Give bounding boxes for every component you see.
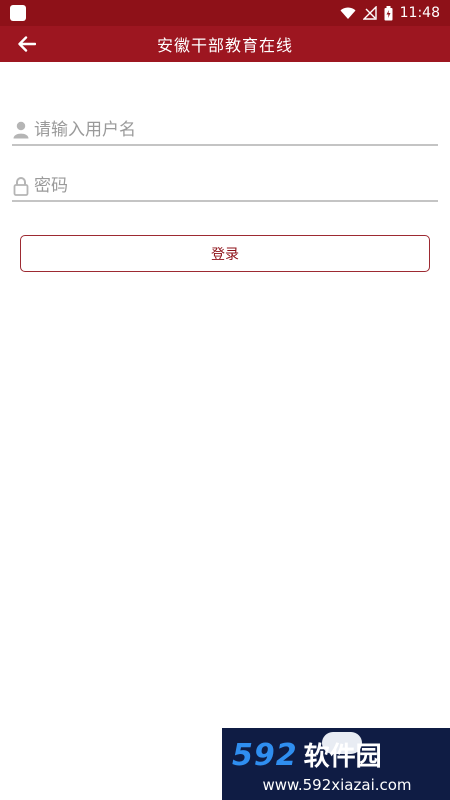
watermark-url: www.592xiazai.com bbox=[262, 776, 412, 794]
watermark-name: 软件园 bbox=[303, 742, 382, 772]
login-button[interactable]: 登录 bbox=[20, 235, 430, 272]
back-button[interactable] bbox=[14, 32, 40, 56]
lock-icon bbox=[12, 175, 30, 197]
signal-off-icon bbox=[362, 6, 377, 20]
username-field[interactable] bbox=[12, 116, 438, 146]
battery-icon bbox=[384, 5, 393, 20]
username-input[interactable] bbox=[34, 120, 424, 140]
password-field[interactable] bbox=[12, 172, 438, 202]
status-indicators: 11:48 bbox=[340, 5, 440, 21]
status-bar: 11:48 bbox=[0, 0, 450, 26]
watermark-logo: 592 软件园 www.592xiazai.com bbox=[222, 728, 450, 800]
arrow-left-icon bbox=[18, 36, 36, 52]
user-icon bbox=[12, 119, 30, 141]
page-title: 安徽干部教育在线 bbox=[156, 36, 293, 55]
wifi-icon bbox=[340, 7, 356, 19]
app-bar: 安徽干部教育在线 bbox=[0, 26, 450, 62]
password-input[interactable] bbox=[34, 176, 424, 196]
status-time: 11:48 bbox=[399, 5, 440, 21]
app-notification-icon bbox=[10, 5, 26, 21]
watermark-number: 592 bbox=[232, 738, 298, 773]
